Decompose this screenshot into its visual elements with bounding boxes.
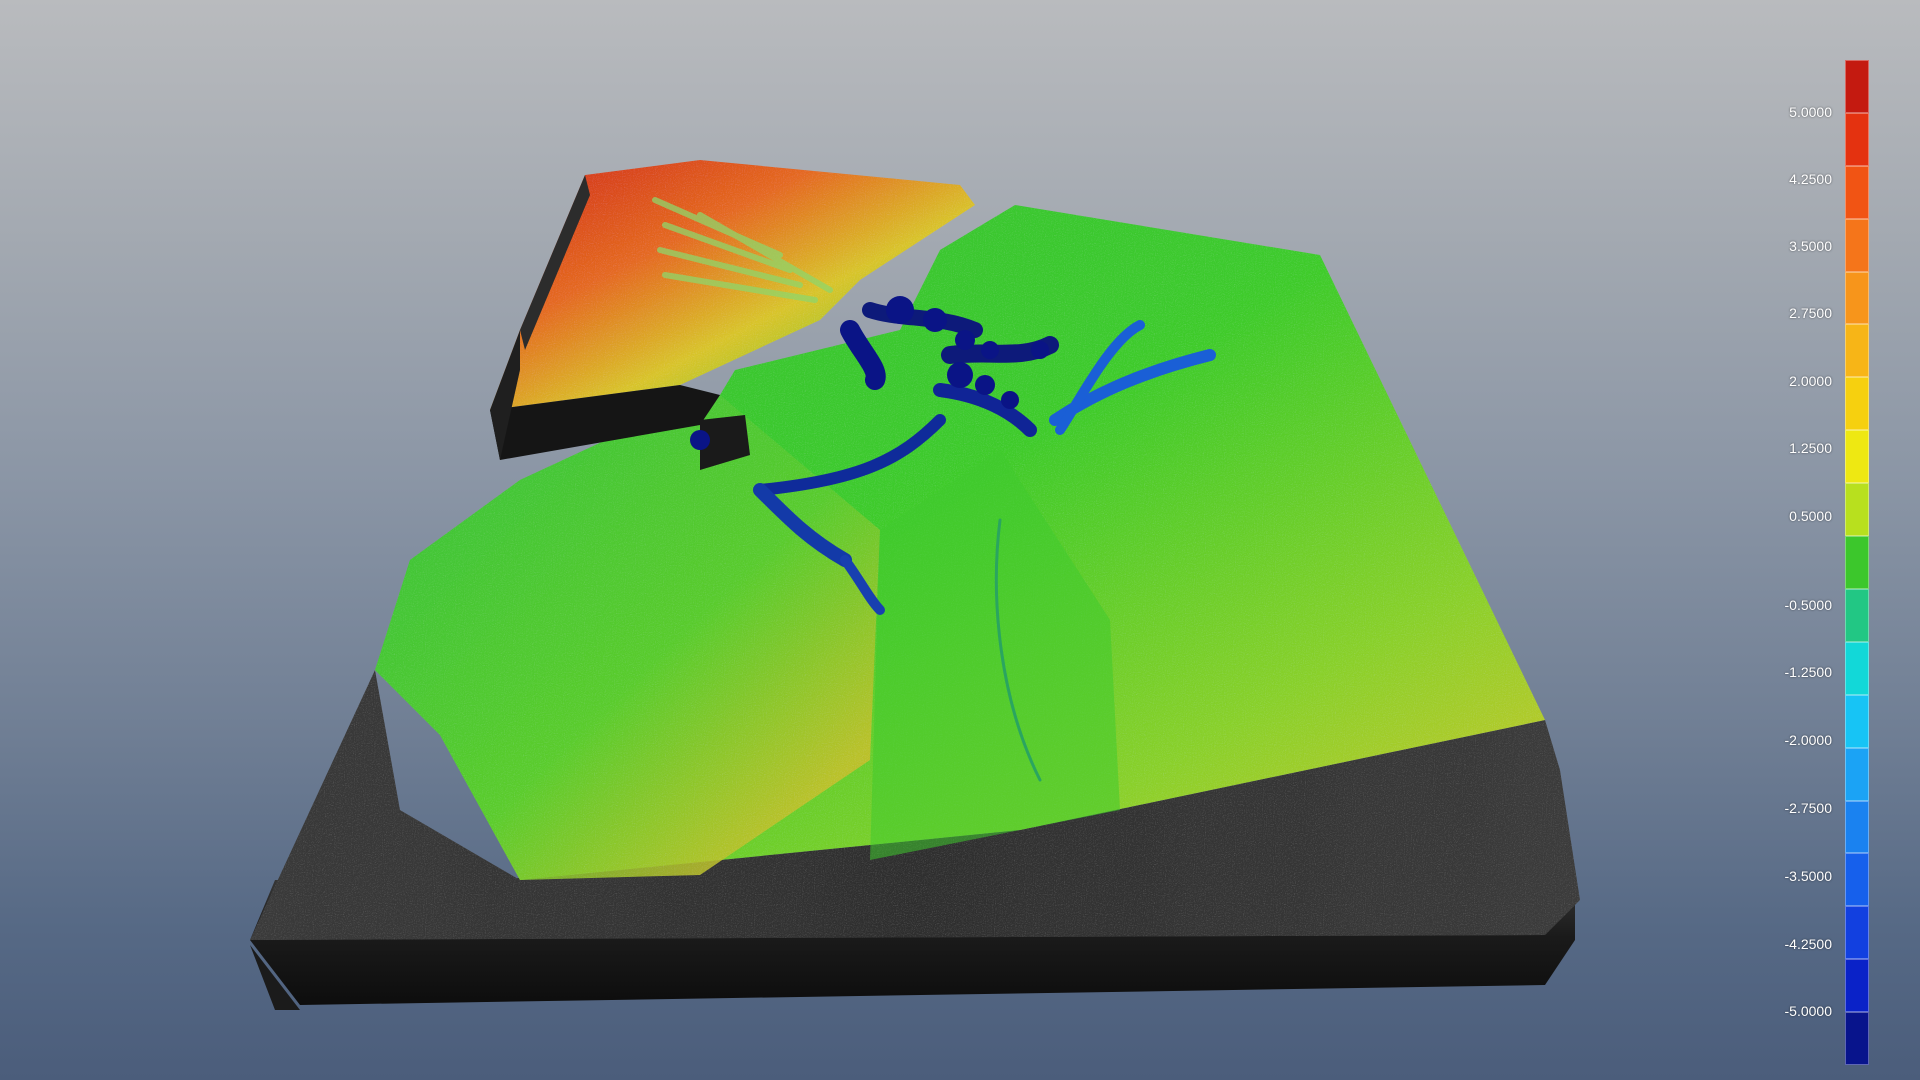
legend-swatch: [1845, 271, 1869, 325]
legend-swatch: [1845, 800, 1869, 854]
legend-swatch: [1845, 483, 1869, 537]
color-scale-bar: [1845, 60, 1869, 1065]
legend-tick-label: 2.0000: [1789, 373, 1832, 389]
legend-swatch: [1845, 747, 1869, 801]
legend-tick-label: 0.5000: [1789, 508, 1832, 524]
legend-tick-label: -5.0000: [1784, 1003, 1832, 1019]
legend-swatch: [1845, 430, 1869, 484]
legend-swatch: [1845, 112, 1869, 166]
legend-tick-label: -0.5000: [1784, 597, 1832, 613]
color-scale-legend: 5.0000 4.2500 3.5000 2.7500 2.0000 1.2500 0.50…: [1740, 60, 1890, 1065]
legend-tick-label: -2.7500: [1784, 800, 1832, 816]
legend-tick-label: -1.2500: [1784, 664, 1832, 680]
legend-tick-label: -4.2500: [1784, 936, 1832, 952]
legend-tick-label: 1.2500: [1789, 440, 1832, 456]
legend-swatch: [1845, 853, 1869, 907]
legend-swatch: [1845, 1012, 1869, 1065]
legend-swatch: [1845, 536, 1869, 589]
legend-tick-label: -3.5000: [1784, 868, 1832, 884]
legend-swatch: [1845, 641, 1869, 695]
legend-swatch: [1845, 377, 1869, 431]
legend-tick-label: -2.0000: [1784, 732, 1832, 748]
legend-tick-label: 4.2500: [1789, 171, 1832, 187]
legend-swatch: [1845, 588, 1869, 642]
legend-swatch: [1845, 324, 1869, 378]
legend-tick-label: 3.5000: [1789, 238, 1832, 254]
legend-tick-label: 5.0000: [1789, 104, 1832, 120]
legend-swatch: [1845, 694, 1869, 748]
fossil-slab-model[interactable]: [0, 0, 1920, 1080]
legend-swatch: [1845, 906, 1869, 960]
legend-swatch: [1845, 165, 1869, 219]
legend-swatch: [1845, 218, 1869, 272]
legend-swatch: [1845, 959, 1869, 1013]
3d-viewport[interactable]: 5.0000 4.2500 3.5000 2.7500 2.0000 1.2500 0.50…: [0, 0, 1920, 1080]
legend-tick-label: 2.7500: [1789, 305, 1832, 321]
legend-swatch: [1845, 60, 1869, 113]
